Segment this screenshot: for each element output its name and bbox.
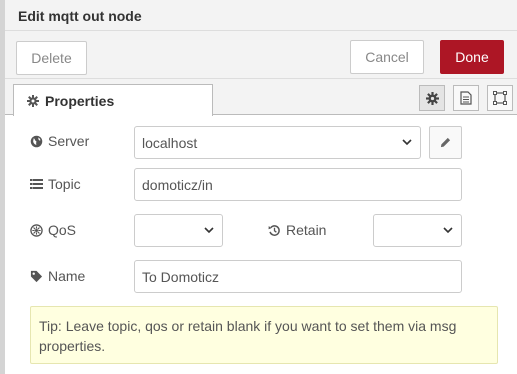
name-value: To Domoticz xyxy=(142,268,220,285)
name-input[interactable]: To Domoticz xyxy=(134,260,462,293)
server-label: Server xyxy=(30,133,89,149)
delete-button[interactable]: Delete xyxy=(16,41,87,75)
gear-icon xyxy=(425,91,439,105)
properties-panel: Server localhost Topic domoticz/in QoS R… xyxy=(5,116,517,374)
pencil-icon xyxy=(440,137,451,148)
qos-label: QoS xyxy=(30,222,76,238)
tag-icon xyxy=(30,270,43,283)
retain-label-text: Retain xyxy=(286,222,327,238)
tab-description-button[interactable] xyxy=(453,85,479,111)
cancel-button[interactable]: Cancel xyxy=(350,40,424,74)
document-icon xyxy=(460,91,472,105)
done-button[interactable]: Done xyxy=(440,40,504,74)
server-label-text: Server xyxy=(48,133,90,149)
list-icon xyxy=(30,178,43,190)
tray-toolbar: Delete Cancel Done xyxy=(5,31,517,79)
tabs-bar: Properties xyxy=(5,79,517,116)
edit-server-button[interactable] xyxy=(429,126,462,159)
globe-icon xyxy=(30,135,43,148)
tab-properties-label: Properties xyxy=(45,92,115,109)
topic-value: domoticz/in xyxy=(142,176,213,193)
tab-properties[interactable]: Properties xyxy=(13,84,213,116)
topic-label: Topic xyxy=(30,176,81,192)
server-value: localhost xyxy=(142,134,198,151)
name-label: Name xyxy=(30,268,85,284)
topic-input[interactable]: domoticz/in xyxy=(134,168,462,201)
name-label-text: Name xyxy=(48,268,86,284)
qos-select[interactable] xyxy=(134,214,223,247)
tab-settings-button[interactable] xyxy=(419,85,445,111)
tray-header: Edit mqtt out node xyxy=(5,0,517,31)
gear-icon xyxy=(27,94,39,107)
tip-box: Tip: Leave topic, qos or retain blank if… xyxy=(30,306,498,364)
tip-text: Tip: Leave topic, qos or retain blank if… xyxy=(39,318,457,354)
retain-label: Retain xyxy=(268,222,326,238)
server-select[interactable]: localhost xyxy=(134,126,421,159)
qos-icon xyxy=(30,223,43,237)
chevron-down-icon xyxy=(402,139,412,146)
frame-icon xyxy=(493,91,507,105)
retain-select[interactable] xyxy=(373,214,462,247)
chevron-down-icon xyxy=(204,227,214,234)
qos-label-text: QoS xyxy=(48,222,77,238)
topic-label-text: Topic xyxy=(48,176,81,192)
history-icon xyxy=(268,224,281,237)
tab-appearance-button[interactable] xyxy=(487,85,513,111)
chevron-down-icon xyxy=(443,227,453,234)
tray-title: Edit mqtt out node xyxy=(18,8,142,24)
